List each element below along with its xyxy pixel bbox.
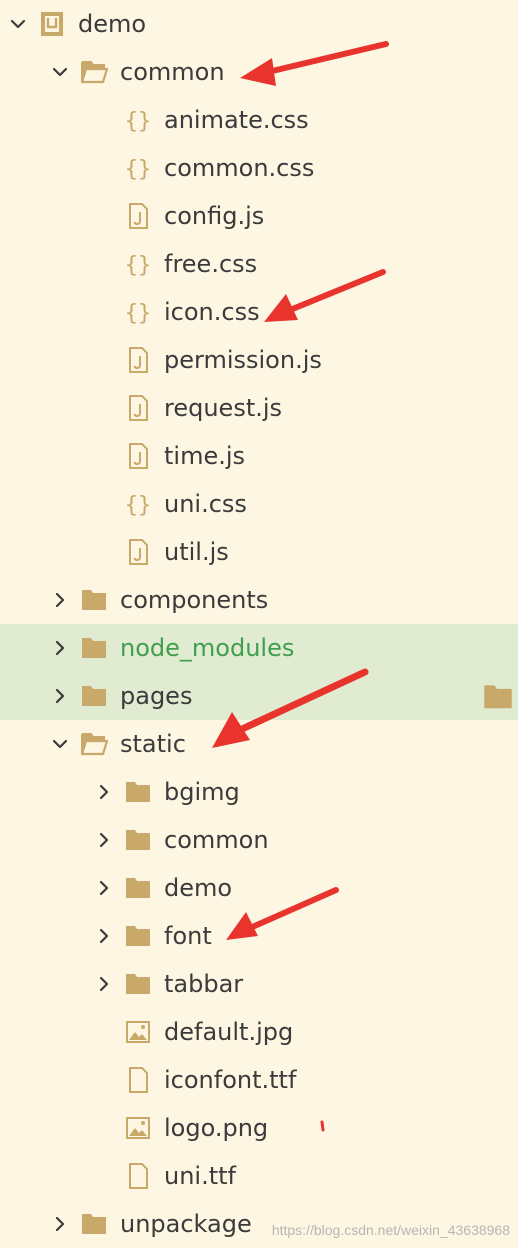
tree-item-label: components: [120, 586, 269, 614]
tree-item-font[interactable]: font: [0, 912, 518, 960]
file-icon: [122, 1161, 154, 1191]
css-file-icon: {}: [122, 153, 154, 183]
folder-icon: [78, 585, 110, 615]
folder-icon: [122, 777, 154, 807]
tree-item-tabbar[interactable]: tabbar: [0, 960, 518, 1008]
tree-item-label: time.js: [164, 442, 246, 470]
css-file-icon: {}: [122, 297, 154, 327]
tree-item-label: unpackage: [120, 1210, 252, 1238]
tree-item-label: icon.css: [164, 298, 260, 326]
folder-icon: [78, 633, 110, 663]
tree-item-label: util.js: [164, 538, 229, 566]
chevron-right-icon[interactable]: [48, 588, 72, 612]
tree-item-permission-js[interactable]: permission.js: [0, 336, 518, 384]
css-file-icon: {}: [122, 249, 154, 279]
tree-item-config-js[interactable]: config.js: [0, 192, 518, 240]
svg-text:{}: {}: [125, 253, 152, 277]
folder-icon: [122, 969, 154, 999]
tree-item-demo[interactable]: demo: [0, 0, 518, 48]
tree-item-default-jpg[interactable]: default.jpg: [0, 1008, 518, 1056]
tree-item-free-css[interactable]: {} free.css: [0, 240, 518, 288]
tree-item-label: iconfont.ttf: [164, 1066, 297, 1094]
tree-item-animate-css[interactable]: {} animate.css: [0, 96, 518, 144]
chevron-right-icon[interactable]: [92, 972, 116, 996]
tree-item-label: common: [164, 826, 269, 854]
tree-item-label: permission.js: [164, 346, 322, 374]
tree-item-label: demo: [164, 874, 233, 902]
tree-item-request-js[interactable]: request.js: [0, 384, 518, 432]
tree-item-common[interactable]: common: [0, 48, 518, 96]
js-file-icon: [122, 537, 154, 567]
tree-item-label: config.js: [164, 202, 265, 230]
tree-item-logo-png[interactable]: logo.png: [0, 1104, 518, 1152]
watermark: https://blog.csdn.net/weixin_43638968: [271, 1222, 510, 1238]
tree-item-components[interactable]: components: [0, 576, 518, 624]
chevron-down-icon[interactable]: [6, 12, 30, 36]
chevron-down-icon[interactable]: [48, 732, 72, 756]
chevron-right-icon[interactable]: [92, 828, 116, 852]
tree-item-label: uni.css: [164, 490, 247, 518]
folder-icon: [78, 681, 110, 711]
svg-text:{}: {}: [125, 493, 152, 517]
tree-item-label: tabbar: [164, 970, 244, 998]
tree-item-label: demo: [78, 10, 147, 38]
chevron-right-icon[interactable]: [48, 636, 72, 660]
project-icon: [36, 9, 68, 39]
tree-item-iconfont-ttf[interactable]: iconfont.ttf: [0, 1056, 518, 1104]
tree-item-static[interactable]: static: [0, 720, 518, 768]
tree-item-label: uni.ttf: [164, 1162, 236, 1190]
tree-item-label: logo.png: [164, 1114, 269, 1142]
tree-item-node-modules[interactable]: node_modules: [0, 624, 518, 672]
tree-item-label: node_modules: [120, 634, 295, 662]
tree-item-demo[interactable]: demo: [0, 864, 518, 912]
image-file-icon: [122, 1113, 154, 1143]
chevron-right-icon[interactable]: [92, 924, 116, 948]
tree-item-pages[interactable]: pages: [0, 672, 518, 720]
tree-item-label: common: [120, 58, 225, 86]
folder-icon: [122, 825, 154, 855]
css-file-icon: {}: [122, 489, 154, 519]
image-file-icon: [122, 1017, 154, 1047]
chevron-right-icon[interactable]: [48, 684, 72, 708]
tree-item-label: animate.css: [164, 106, 309, 134]
tree-item-label: common.css: [164, 154, 315, 182]
js-file-icon: [122, 345, 154, 375]
tree-item-uni-css[interactable]: {} uni.css: [0, 480, 518, 528]
tree-item-label: request.js: [164, 394, 283, 422]
tree-item-bgimg[interactable]: bgimg: [0, 768, 518, 816]
folder-icon: [78, 1209, 110, 1239]
chevron-right-icon[interactable]: [92, 876, 116, 900]
tree-item-util-js[interactable]: util.js: [0, 528, 518, 576]
tree-item-label: free.css: [164, 250, 258, 278]
svg-text:{}: {}: [125, 157, 152, 181]
chevron-down-icon[interactable]: [48, 60, 72, 84]
svg-text:{}: {}: [125, 109, 152, 133]
js-file-icon: [122, 393, 154, 423]
file-tree: demo common {} animate.css {} common.css confi…: [0, 0, 518, 1248]
tree-item-label: bgimg: [164, 778, 240, 806]
css-file-icon: {}: [122, 105, 154, 135]
folder-open-icon: [78, 729, 110, 759]
js-file-icon: [122, 441, 154, 471]
folder-icon: [122, 921, 154, 951]
chevron-right-icon[interactable]: [48, 1212, 72, 1236]
folder-icon: [122, 873, 154, 903]
tree-item-icon-css[interactable]: {} icon.css: [0, 288, 518, 336]
tree-item-label: static: [120, 730, 186, 758]
js-file-icon: [122, 201, 154, 231]
tree-item-label: default.jpg: [164, 1018, 294, 1046]
file-icon: [122, 1065, 154, 1095]
tree-item-common-css[interactable]: {} common.css: [0, 144, 518, 192]
tree-item-uni-ttf[interactable]: uni.ttf: [0, 1152, 518, 1200]
folder-icon[interactable]: [482, 682, 514, 710]
folder-open-icon: [78, 57, 110, 87]
tree-item-time-js[interactable]: time.js: [0, 432, 518, 480]
svg-text:{}: {}: [125, 301, 152, 325]
tree-item-label: font: [164, 922, 212, 950]
tree-item-label: pages: [120, 682, 193, 710]
chevron-right-icon[interactable]: [92, 780, 116, 804]
tree-item-common[interactable]: common: [0, 816, 518, 864]
